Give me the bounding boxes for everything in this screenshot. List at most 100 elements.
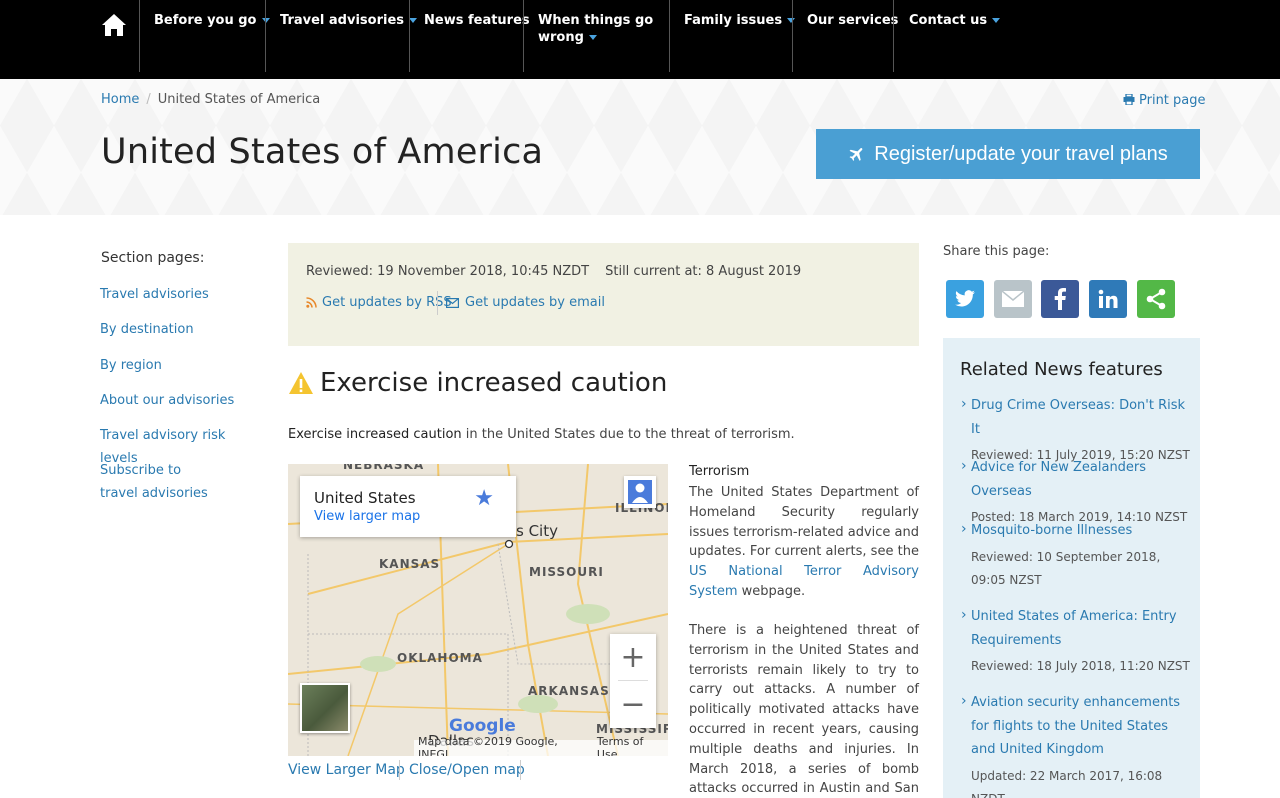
map-label: NEBRASKA <box>343 464 425 472</box>
email-share-button[interactable] <box>994 280 1032 318</box>
nav-news-features[interactable]: News features <box>424 12 530 29</box>
nav-separator <box>409 0 410 72</box>
register-travel-plans-button[interactable]: Register/update your travel plans <box>816 129 1200 179</box>
nav-separator <box>139 0 140 72</box>
share-label: Share this page: <box>943 244 1050 259</box>
nav-label: Travel advisories <box>280 13 404 28</box>
summary-level: Exercise increased caution <box>288 427 462 442</box>
rss-updates-link[interactable]: Get updates by RSS <box>306 295 452 310</box>
printer-icon <box>1123 93 1135 106</box>
google-map[interactable]: NEBRASKA KANSAS MISSOURI OKLAHOMA ARKANS… <box>288 464 668 756</box>
rss-label: Get updates by RSS <box>322 295 452 310</box>
map-label: ARKANSAS <box>528 684 610 698</box>
nav-separator <box>265 0 266 72</box>
top-navigation: Before you go Travel advisories News fea… <box>0 0 1280 79</box>
nav-separator <box>523 0 524 72</box>
email-label: Get updates by email <box>465 295 605 310</box>
advisory-level: Exercise increased caution <box>320 368 668 398</box>
nav-contact-us[interactable]: Contact us <box>909 12 1001 29</box>
star-icon[interactable]: ★ <box>474 486 494 511</box>
sidebar-link-by-region[interactable]: By region <box>100 354 260 377</box>
warning-icon <box>289 372 313 394</box>
map-label: KANSAS <box>379 557 441 571</box>
nav-before-you-go[interactable]: Before you go <box>154 12 270 29</box>
email-icon <box>1002 291 1024 307</box>
facebook-share-button[interactable] <box>1041 280 1079 318</box>
satellite-toggle[interactable] <box>300 683 350 733</box>
twitter-share-button[interactable] <box>946 280 984 318</box>
related-news-panel: Related News features Drug Crime Oversea… <box>943 338 1200 798</box>
map-attribution: Map data ©2019 Google, INEGI Terms of Us… <box>414 735 668 756</box>
link-divider <box>437 291 438 315</box>
related-item: United States of America: Entry Requirem… <box>961 604 1191 678</box>
terrorism-paragraph-2: There is a heightened threat of terroris… <box>689 623 919 797</box>
paragraph-text: The United States Department of Homeland… <box>689 485 919 560</box>
sidebar-link-by-destination[interactable]: By destination <box>100 318 260 341</box>
related-item-date: Reviewed: 18 July 2018, 11:20 NZST <box>971 659 1190 673</box>
print-page-link[interactable]: Print page <box>1123 93 1206 108</box>
street-view-pegman-icon[interactable] <box>624 476 656 508</box>
review-dates: Reviewed: 19 November 2018, 10:45 NZDT St… <box>306 264 801 279</box>
share-icon <box>1146 288 1166 310</box>
nav-label: News features <box>424 13 530 28</box>
map-link-separator <box>520 760 521 780</box>
map-link-separator <box>399 760 400 780</box>
paragraph-text: webpage. <box>737 583 806 599</box>
nav-label: Our services <box>807 13 899 28</box>
terrorism-heading: Terrorism <box>689 464 750 479</box>
rss-icon <box>306 297 317 308</box>
nav-label: Before you go <box>154 13 257 28</box>
map-card-title: United States <box>314 489 416 507</box>
section-pages-heading: Section pages: <box>101 250 205 266</box>
current-date: Still current at: 8 August 2019 <box>605 264 802 279</box>
nav-label: When things go <box>538 13 654 28</box>
airplane-icon <box>849 148 863 161</box>
caret-down-icon <box>992 18 1001 23</box>
page-title: United States of America <box>101 132 544 172</box>
reviewed-date: Reviewed: 19 November 2018, 10:45 NZDT <box>306 264 590 279</box>
map-terms-link[interactable]: Terms of Use <box>597 735 664 756</box>
related-item-date: Updated: 22 March 2017, 16:08 NZDT <box>971 768 1163 798</box>
zoom-in-button[interactable]: + <box>610 634 656 680</box>
facebook-icon <box>1054 288 1066 310</box>
view-larger-map-link[interactable]: View larger map <box>314 509 420 524</box>
nav-travel-advisories[interactable]: Travel advisories <box>280 12 417 29</box>
summary-text: in the United States due to the threat o… <box>461 427 795 442</box>
map-zoom-controls: + − <box>610 634 656 728</box>
twitter-icon <box>955 290 975 307</box>
caret-down-icon <box>409 18 417 23</box>
email-updates-link[interactable]: Get updates by email <box>446 295 605 310</box>
map-data-credit: Map data ©2019 Google, INEGI <box>418 735 558 756</box>
linkedin-icon <box>1098 289 1118 308</box>
zoom-out-button[interactable]: − <box>610 681 656 727</box>
sidebar-link-travel-advisories[interactable]: Travel advisories <box>100 283 260 306</box>
nav-separator <box>792 0 793 72</box>
related-item-link[interactable]: Aviation security enhancements for fligh… <box>961 690 1191 762</box>
page-header: Home / United States of America Print page… <box>0 79 1280 215</box>
nav-label: Contact us <box>909 13 988 28</box>
breadcrumb-home-link[interactable]: Home <box>101 92 139 107</box>
map-city-label: s City <box>516 522 558 540</box>
related-item-link[interactable]: United States of America: Entry Requirem… <box>961 604 1191 652</box>
related-item-date: Reviewed: 10 September 2018, 09:05 NZST <box>971 549 1161 587</box>
print-label: Print page <box>1139 93 1206 108</box>
nav-label: Family issues <box>684 13 783 28</box>
generic-share-button[interactable] <box>1137 280 1175 318</box>
toggle-map-link[interactable]: Close/Open map <box>409 762 525 778</box>
linkedin-share-button[interactable] <box>1089 280 1127 318</box>
view-larger-map-link[interactable]: View Larger Map <box>288 762 405 778</box>
sidebar-link-about-advisories[interactable]: About our advisories <box>100 389 260 412</box>
related-item: Aviation security enhancements for fligh… <box>961 690 1191 798</box>
related-item-link[interactable]: Advice for New Zealanders Overseas <box>961 455 1191 503</box>
nav-our-services[interactable]: Our services <box>807 12 898 29</box>
related-item-link[interactable]: Drug Crime Overseas: Don't Risk It <box>961 393 1191 441</box>
nav-separator <box>893 0 894 72</box>
sidebar-link-subscribe[interactable]: Subscribe to travel advisories <box>100 459 220 505</box>
nav-family-issues[interactable]: Family issues <box>684 12 796 29</box>
related-item-link[interactable]: Mosquito-borne Illnesses <box>961 518 1191 543</box>
map-info-card: United States View larger map ★ <box>300 476 516 537</box>
home-icon[interactable] <box>100 12 128 38</box>
register-label: Register/update your travel plans <box>874 142 1168 165</box>
envelope-icon <box>446 297 459 308</box>
nav-when-things-go-wrong[interactable]: When things go wrong <box>538 12 653 46</box>
